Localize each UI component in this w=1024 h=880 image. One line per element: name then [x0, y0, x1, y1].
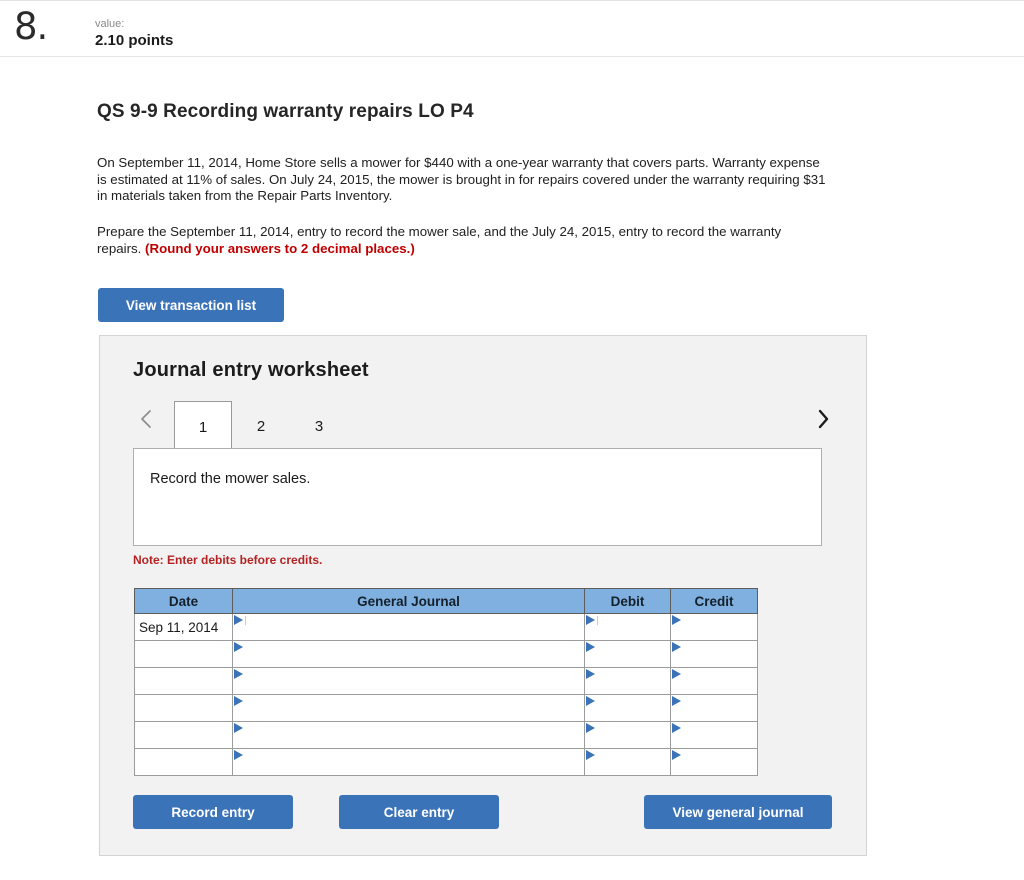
table-row: [134, 640, 758, 668]
dropdown-marker-icon: [234, 642, 243, 652]
cell-date-value: [135, 728, 139, 743]
dropdown-marker-icon: [586, 669, 595, 679]
worksheet-title: Journal entry worksheet: [133, 359, 369, 381]
clear-entry-button[interactable]: Clear entry: [339, 795, 499, 829]
dropdown-marker-icon: [672, 669, 681, 679]
dropdown-marker-icon: [234, 696, 243, 706]
view-general-journal-button[interactable]: View general journal: [644, 795, 832, 829]
cell-general-journal[interactable]: [232, 694, 585, 722]
question-paragraph-1: On September 11, 2014, Home Store sells …: [97, 155, 826, 203]
cell-date-value: [135, 647, 139, 662]
table-row: [134, 694, 758, 722]
cell-debit[interactable]: [584, 748, 671, 776]
dropdown-marker-icon: [234, 723, 243, 733]
column-header-date: Date: [134, 588, 233, 614]
cell-caret: [245, 616, 246, 625]
table-row: [134, 721, 758, 749]
cell-credit[interactable]: [670, 613, 758, 641]
cell-general-journal[interactable]: [232, 640, 585, 668]
chevron-right-icon[interactable]: [810, 404, 836, 434]
cell-date[interactable]: [134, 721, 233, 749]
value-label: value:: [95, 18, 125, 30]
dropdown-marker-icon: [234, 669, 243, 679]
chevron-left-icon[interactable]: [133, 404, 159, 434]
worksheet-tabstrip: 1 2 3: [133, 396, 836, 453]
question-header-bar: 8. value: 2.10 points: [0, 0, 1024, 57]
instruction-box: Record the mower sales.: [133, 448, 822, 546]
page-title: QS 9-9 Recording warranty repairs LO P4: [97, 101, 474, 122]
worksheet-tab-2[interactable]: 2: [232, 401, 290, 453]
cell-date-value: [135, 674, 139, 689]
cell-date[interactable]: [134, 748, 233, 776]
table-row: [134, 748, 758, 776]
dropdown-marker-icon: [672, 723, 681, 733]
worksheet-tab-1[interactable]: 1: [174, 401, 232, 453]
question-paragraph-2: Prepare the September 11, 2014, entry to…: [97, 224, 827, 257]
journal-entry-table: Date General Journal Debit Credit Sep 11…: [134, 588, 758, 776]
dropdown-marker-icon: [234, 750, 243, 760]
dropdown-marker-icon: [672, 696, 681, 706]
cell-credit[interactable]: [670, 667, 758, 695]
cell-general-journal[interactable]: [232, 667, 585, 695]
instruction-text: Record the mower sales.: [150, 471, 311, 487]
column-header-general-journal: General Journal: [232, 588, 585, 614]
worksheet-tab-3[interactable]: 3: [290, 401, 348, 453]
dropdown-marker-icon: [672, 642, 681, 652]
rounding-instruction: (Round your answers to 2 decimal places.…: [145, 240, 415, 256]
cell-date-value: [135, 755, 139, 770]
cell-credit[interactable]: [670, 694, 758, 722]
cell-date[interactable]: Sep 11, 2014: [134, 613, 233, 641]
dropdown-marker-icon: [586, 642, 595, 652]
cell-credit[interactable]: [670, 640, 758, 668]
cell-date[interactable]: [134, 640, 233, 668]
dropdown-marker-icon: [586, 615, 595, 625]
dropdown-marker-icon: [586, 696, 595, 706]
table-row: [134, 667, 758, 695]
debits-before-credits-note: Note: Enter debits before credits.: [133, 553, 323, 567]
question-number: 8.: [14, 5, 48, 48]
dropdown-marker-icon: [234, 615, 243, 625]
view-transaction-list-button[interactable]: View transaction list: [98, 288, 284, 322]
cell-general-journal[interactable]: [232, 721, 585, 749]
cell-general-journal[interactable]: [232, 613, 585, 641]
table-row: Sep 11, 2014: [134, 613, 758, 641]
journal-entry-worksheet-panel: Journal entry worksheet 1 2 3 Record the…: [99, 335, 867, 856]
cell-date-value: Sep 11, 2014: [139, 619, 219, 635]
column-header-debit: Debit: [584, 588, 671, 614]
dropdown-marker-icon: [672, 615, 681, 625]
dropdown-marker-icon: [586, 723, 595, 733]
cell-credit[interactable]: [670, 721, 758, 749]
dropdown-marker-icon: [672, 750, 681, 760]
cell-date[interactable]: [134, 694, 233, 722]
cell-general-journal[interactable]: [232, 748, 585, 776]
cell-debit[interactable]: [584, 721, 671, 749]
cell-debit[interactable]: [584, 613, 671, 641]
cell-caret: [597, 616, 598, 625]
table-header-row: Date General Journal Debit Credit: [134, 588, 758, 614]
column-header-credit: Credit: [670, 588, 758, 614]
points-value: 2.10 points: [95, 32, 174, 49]
record-entry-button[interactable]: Record entry: [133, 795, 293, 829]
cell-debit[interactable]: [584, 640, 671, 668]
journal-entry-table-body: Sep 11, 2014: [134, 613, 758, 776]
cell-date[interactable]: [134, 667, 233, 695]
dropdown-marker-icon: [586, 750, 595, 760]
cell-credit[interactable]: [670, 748, 758, 776]
cell-debit[interactable]: [584, 667, 671, 695]
cell-date-value: [135, 701, 139, 716]
cell-debit[interactable]: [584, 694, 671, 722]
